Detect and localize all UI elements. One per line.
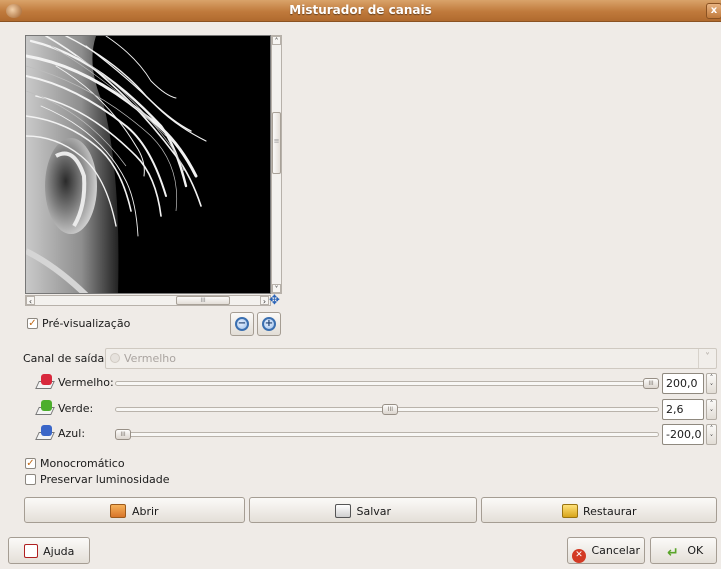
navigate-move-icon[interactable]: ✥ bbox=[269, 294, 283, 309]
channel-value-1: 2,6 bbox=[666, 403, 684, 416]
channel-value-field-1[interactable]: 2,6 bbox=[662, 399, 704, 420]
ok-arrow-icon: ↵ bbox=[666, 545, 679, 561]
open-folder-icon bbox=[110, 504, 127, 518]
preview-hair-image bbox=[26, 36, 270, 293]
output-channel-value: Vermelho bbox=[124, 352, 177, 365]
channel-slider-knob-2[interactable]: III bbox=[115, 429, 131, 440]
channel-spin-buttons-2[interactable]: ˄ ˅ bbox=[706, 424, 717, 445]
channel-label-1[interactable]: Verde: bbox=[58, 402, 93, 415]
channel-slider-0[interactable] bbox=[115, 381, 659, 386]
save-button[interactable]: Salvar bbox=[249, 497, 477, 523]
close-window-button[interactable]: x bbox=[706, 3, 721, 19]
vertical-scroll-thumb[interactable]: ≡ bbox=[272, 112, 281, 174]
horizontal-scroll-thumb[interactable]: III bbox=[176, 296, 230, 305]
scroll-up-arrow-icon[interactable]: ˄ bbox=[272, 36, 281, 46]
chevron-down-icon: ˅ bbox=[698, 349, 716, 368]
zoom-out-icon: − bbox=[235, 317, 249, 331]
preserve-luminosity-checkbox[interactable] bbox=[25, 474, 36, 485]
output-channel-label: Canal de saída: bbox=[23, 352, 108, 365]
preview-horizontal-scrollbar[interactable] bbox=[25, 295, 271, 306]
reset-button-label: Restaurar bbox=[583, 505, 637, 518]
preview-checkbox[interactable]: ✓ bbox=[27, 318, 38, 329]
cancel-icon: ✕ bbox=[571, 549, 586, 563]
monochrome-label[interactable]: Monocromático bbox=[40, 457, 125, 470]
help-icon bbox=[23, 544, 38, 558]
preview-checkbox-label[interactable]: Pré-visualização bbox=[42, 317, 130, 330]
channel-spin-buttons-0[interactable]: ˄ ˅ bbox=[706, 373, 717, 394]
channel-color-icon bbox=[110, 353, 120, 363]
scroll-right-arrow-icon[interactable]: › bbox=[260, 296, 269, 306]
help-button[interactable]: Ajuda bbox=[8, 537, 90, 564]
help-button-label: Ajuda bbox=[43, 545, 75, 558]
channel-value-field-0[interactable]: 200,0 bbox=[662, 373, 704, 394]
zoom-in-icon: + bbox=[262, 317, 276, 331]
save-button-label: Salvar bbox=[356, 505, 392, 518]
channel-spin-buttons-1[interactable]: ˄ ˅ bbox=[706, 399, 717, 420]
cancel-button[interactable]: ✕ Cancelar bbox=[567, 537, 645, 564]
window-title: Misturador de canais bbox=[289, 3, 432, 17]
ok-button-label: OK bbox=[687, 544, 704, 557]
save-disk-icon bbox=[334, 504, 351, 518]
preview-image[interactable] bbox=[25, 35, 271, 294]
channel-icon-2 bbox=[35, 425, 55, 440]
preserve-luminosity-label[interactable]: Preservar luminosidade bbox=[40, 473, 170, 486]
reset-button[interactable]: Restaurar bbox=[481, 497, 717, 523]
channel-label-2[interactable]: Azul: bbox=[58, 427, 85, 440]
channel-value-0: 200,0 bbox=[666, 377, 698, 390]
cancel-button-label: Cancelar bbox=[591, 544, 641, 557]
zoom-in-button[interactable]: + bbox=[257, 312, 281, 336]
output-channel-combo[interactable]: Vermelho ˅ bbox=[105, 348, 717, 369]
vscroll-grip: ≡ bbox=[273, 137, 280, 145]
channel-slider-knob-0[interactable]: III bbox=[643, 378, 659, 389]
scroll-down-arrow-icon[interactable]: ˅ bbox=[272, 284, 281, 294]
channel-icon-0 bbox=[35, 374, 55, 389]
scroll-left-arrow-icon[interactable]: ‹ bbox=[26, 296, 35, 306]
channel-label-0[interactable]: Vermelho: bbox=[58, 376, 114, 389]
channel-value-field-2[interactable]: -200,0 bbox=[662, 424, 704, 445]
open-button[interactable]: Abrir bbox=[24, 497, 245, 523]
channel-value-2: -200,0 bbox=[666, 428, 702, 441]
reset-icon bbox=[561, 504, 578, 518]
title-bar[interactable]: Misturador de canais x bbox=[0, 0, 721, 22]
channel-slider-knob-1[interactable]: III bbox=[382, 404, 399, 415]
open-button-label: Abrir bbox=[131, 505, 159, 518]
zoom-out-button[interactable]: − bbox=[230, 312, 254, 336]
monochrome-checkbox[interactable]: ✓ bbox=[25, 458, 36, 469]
channel-slider-2[interactable] bbox=[115, 432, 659, 437]
channel-icon-1 bbox=[35, 400, 55, 415]
ok-button[interactable]: ↵ OK bbox=[650, 537, 717, 564]
